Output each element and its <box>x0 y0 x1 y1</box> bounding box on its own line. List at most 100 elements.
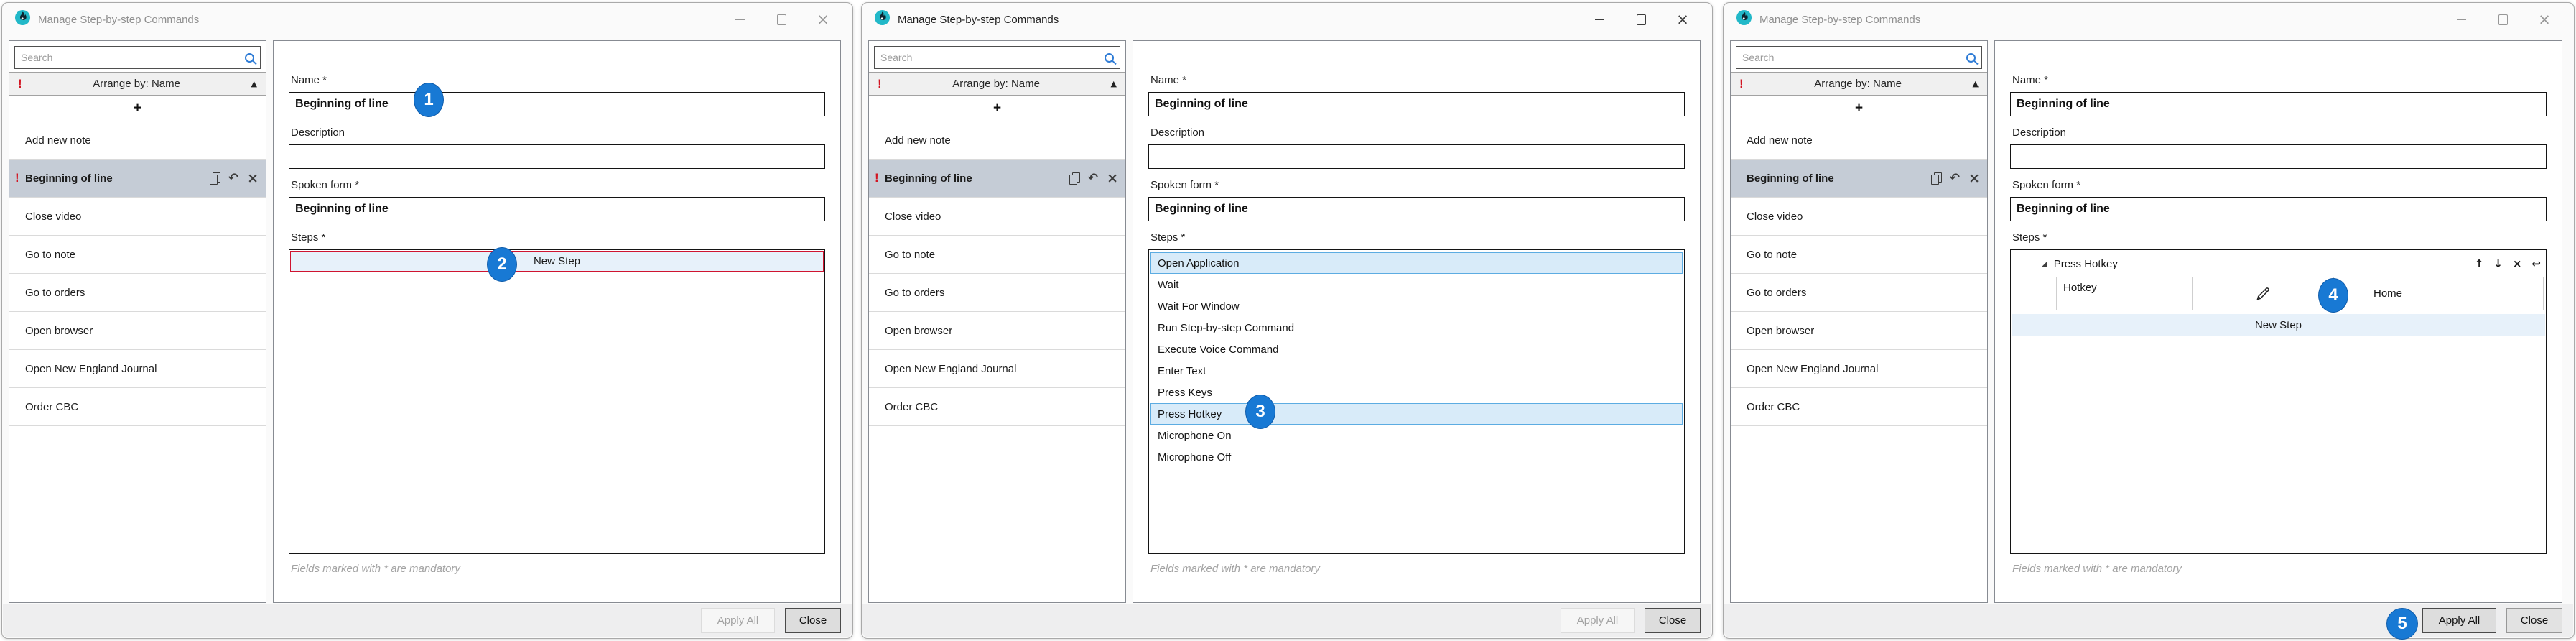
item-actions: ↶ × <box>210 172 259 185</box>
close-window-button[interactable]: × <box>1676 13 1689 26</box>
command-editor-panel: Name * Description Spoken form * Steps *… <box>273 40 841 603</box>
list-item[interactable]: Order CBC <box>1731 388 1987 426</box>
list-item[interactable]: Close video <box>9 198 266 236</box>
step-type-option[interactable]: Open Application <box>1150 252 1683 274</box>
close-window-button[interactable]: × <box>817 13 829 26</box>
step-type-option[interactable]: Wait <box>1150 274 1683 295</box>
undo-icon[interactable]: ↶ <box>228 172 238 185</box>
step-type-option[interactable]: Microphone On <box>1150 425 1683 446</box>
copy-icon[interactable] <box>1069 172 1079 184</box>
copy-icon[interactable] <box>1931 172 1941 184</box>
expander-icon[interactable]: ◢ <box>2042 260 2047 268</box>
spoken-form-field[interactable] <box>289 197 825 221</box>
arrange-by-row[interactable]: ! Arrange by: Name ▲ <box>1731 72 1987 96</box>
list-item[interactable]: Add new note <box>869 121 1125 160</box>
list-item[interactable]: Order CBC <box>869 388 1125 426</box>
search-icon[interactable] <box>245 53 254 63</box>
list-item-selected[interactable]: ! Beginning of line ↶ × <box>869 160 1125 198</box>
maximize-button[interactable] <box>2496 13 2509 26</box>
list-item[interactable]: Open New England Journal <box>869 350 1125 388</box>
dialog-window-2: Manage Step-by-step Commands × ! Arrange… <box>861 2 1713 639</box>
apply-all-button[interactable]: Apply All <box>1561 608 1635 633</box>
dialog-footer: Apply All Close <box>1724 604 2573 637</box>
step-type-option[interactable]: Execute Voice Command <box>1150 338 1683 360</box>
delete-icon[interactable]: × <box>1107 172 1118 185</box>
list-item-label: Open browser <box>885 325 952 337</box>
undo-icon[interactable]: ↶ <box>1950 172 1960 185</box>
apply-all-button[interactable]: Apply All <box>2422 608 2496 633</box>
move-step-down-icon[interactable]: ↓ <box>2493 257 2503 270</box>
name-field[interactable] <box>289 92 825 116</box>
minimize-button[interactable] <box>733 13 746 26</box>
step-type-option[interactable]: Wait For Window <box>1150 295 1683 317</box>
description-field[interactable] <box>1148 144 1685 169</box>
close-button[interactable]: Close <box>2506 608 2562 633</box>
new-step-row[interactable]: New Step <box>290 251 824 272</box>
hotkey-value[interactable]: Home <box>2334 277 2543 310</box>
edit-hotkey-cell[interactable] <box>2193 277 2334 310</box>
description-field[interactable] <box>289 144 825 169</box>
collapse-step-icon[interactable]: ↩ <box>2531 257 2541 270</box>
list-item[interactable]: Add new note <box>9 121 266 160</box>
spoken-form-field[interactable] <box>1148 197 1685 221</box>
undo-icon[interactable]: ↶ <box>1088 172 1098 185</box>
list-item-selected[interactable]: Beginning of line ↶ × <box>1731 160 1987 198</box>
list-item[interactable]: Go to note <box>869 236 1125 274</box>
apply-all-button[interactable]: Apply All <box>701 608 775 633</box>
maximize-button[interactable] <box>1635 13 1647 26</box>
list-item[interactable]: Open browser <box>9 312 266 350</box>
copy-icon[interactable] <box>210 172 220 184</box>
close-button[interactable]: Close <box>785 608 841 633</box>
search-icon[interactable] <box>1105 53 1114 63</box>
list-item[interactable]: Close video <box>869 198 1125 236</box>
sort-ascending-icon: ▲ <box>251 79 257 88</box>
description-field[interactable] <box>2010 144 2547 169</box>
step-type-option[interactable]: Enter Text <box>1150 360 1683 382</box>
delete-icon[interactable]: × <box>247 172 259 185</box>
new-step-row[interactable]: New Step <box>2012 314 2545 336</box>
add-command-button[interactable]: + <box>869 96 1125 121</box>
search-input[interactable] <box>1742 52 1966 63</box>
list-item[interactable]: Close video <box>1731 198 1987 236</box>
add-command-button[interactable]: + <box>9 96 266 121</box>
titlebar[interactable]: Manage Step-by-step Commands × <box>862 3 1712 36</box>
titlebar[interactable]: Manage Step-by-step Commands × <box>2 3 852 36</box>
step-type-option[interactable]: Press Keys <box>1150 382 1683 403</box>
delete-step-icon[interactable]: × <box>2513 257 2522 270</box>
search-input[interactable] <box>880 52 1105 63</box>
close-window-button[interactable]: × <box>2538 13 2551 26</box>
list-item[interactable]: Open browser <box>869 312 1125 350</box>
list-item[interactable]: Go to orders <box>869 274 1125 312</box>
list-item[interactable]: Go to note <box>9 236 266 274</box>
dialog-footer: Apply All Close <box>3 604 852 637</box>
search-input[interactable] <box>21 52 245 63</box>
arrange-by-row[interactable]: ! Arrange by: Name ▲ <box>869 72 1125 96</box>
titlebar[interactable]: Manage Step-by-step Commands × <box>1724 3 2574 36</box>
search-icon[interactable] <box>1966 53 1976 63</box>
arrange-by-row[interactable]: ! Arrange by: Name ▲ <box>9 72 266 96</box>
list-item-selected[interactable]: ! Beginning of line ↶ × <box>9 160 266 198</box>
step-type-option-press-hotkey[interactable]: Press Hotkey <box>1150 403 1683 425</box>
list-item[interactable]: Go to orders <box>9 274 266 312</box>
minimize-button[interactable] <box>1593 13 1606 26</box>
move-step-up-icon[interactable]: ↑ <box>2475 257 2484 270</box>
close-button[interactable]: Close <box>1645 608 1701 633</box>
name-field[interactable] <box>2010 92 2547 116</box>
list-item[interactable]: Order CBC <box>9 388 266 426</box>
minimize-button[interactable] <box>2455 13 2468 26</box>
maximize-button[interactable] <box>775 13 788 26</box>
list-item[interactable]: Add new note <box>1731 121 1987 160</box>
list-item[interactable]: Go to note <box>1731 236 1987 274</box>
step-type-option[interactable]: Microphone Off <box>1150 446 1683 468</box>
spoken-form-field[interactable] <box>2010 197 2547 221</box>
mandatory-fields-note: Fields marked with * are mandatory <box>289 563 825 575</box>
name-field[interactable] <box>1148 92 1685 116</box>
list-item[interactable]: Go to orders <box>1731 274 1987 312</box>
step-title: Press Hotkey <box>2054 258 2118 270</box>
add-command-button[interactable]: + <box>1731 96 1987 121</box>
list-item[interactable]: Open New England Journal <box>9 350 266 388</box>
step-type-option[interactable]: Run Step-by-step Command <box>1150 317 1683 338</box>
delete-icon[interactable]: × <box>1968 172 1980 185</box>
list-item[interactable]: Open New England Journal <box>1731 350 1987 388</box>
list-item[interactable]: Open browser <box>1731 312 1987 350</box>
